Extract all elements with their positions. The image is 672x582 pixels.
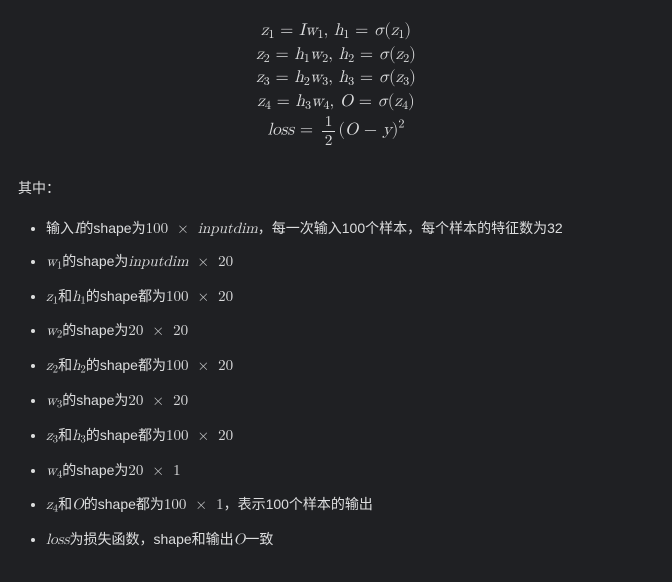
lead-text: 其中： [18,178,654,198]
list-item: z3和h3的shape都为100 × 20 [46,425,654,448]
list-item: 输入I的shape为100 × inputdim，每一次输入100个样本，每个样… [46,218,654,239]
list-item: z2和h2的shape都为100 × 20 [46,355,654,378]
equation-block: z1 = Iw1, h1 = σ(z1) z2 = h1w2, h2 = σ(z… [18,20,654,148]
document-page: z1 = Iw1, h1 = σ(z1) z2 = h1w2, h2 = σ(z… [0,0,672,550]
equation-line-5: loss = 12(O − y)2 [18,114,654,148]
list-item: z1和h1的shape都为100 × 20 [46,286,654,309]
list-item: z4和O的shape都为100 × 1，表示100个样本的输出 [46,494,654,517]
list-item: w2的shape为20 × 20 [46,320,654,343]
equation-line-4: z4 = h3w4, O = σ(z4) [18,91,654,115]
spec-list: 输入I的shape为100 × inputdim，每一次输入100个样本，每个样… [18,218,654,550]
list-item: loss为损失函数，shape和输出O一致 [46,529,654,550]
fraction-half: 12 [322,114,336,148]
list-item: w1的shape为inputdim × 20 [46,251,654,274]
equation-line-1: z1 = Iw1, h1 = σ(z1) [18,20,654,44]
list-item: w3的shape为20 × 20 [46,390,654,413]
equation-line-2: z2 = h1w2, h2 = σ(z2) [18,44,654,68]
equation-line-3: z3 = h2w3, h3 = σ(z3) [18,67,654,91]
list-item: w4的shape为20 × 1 [46,460,654,483]
